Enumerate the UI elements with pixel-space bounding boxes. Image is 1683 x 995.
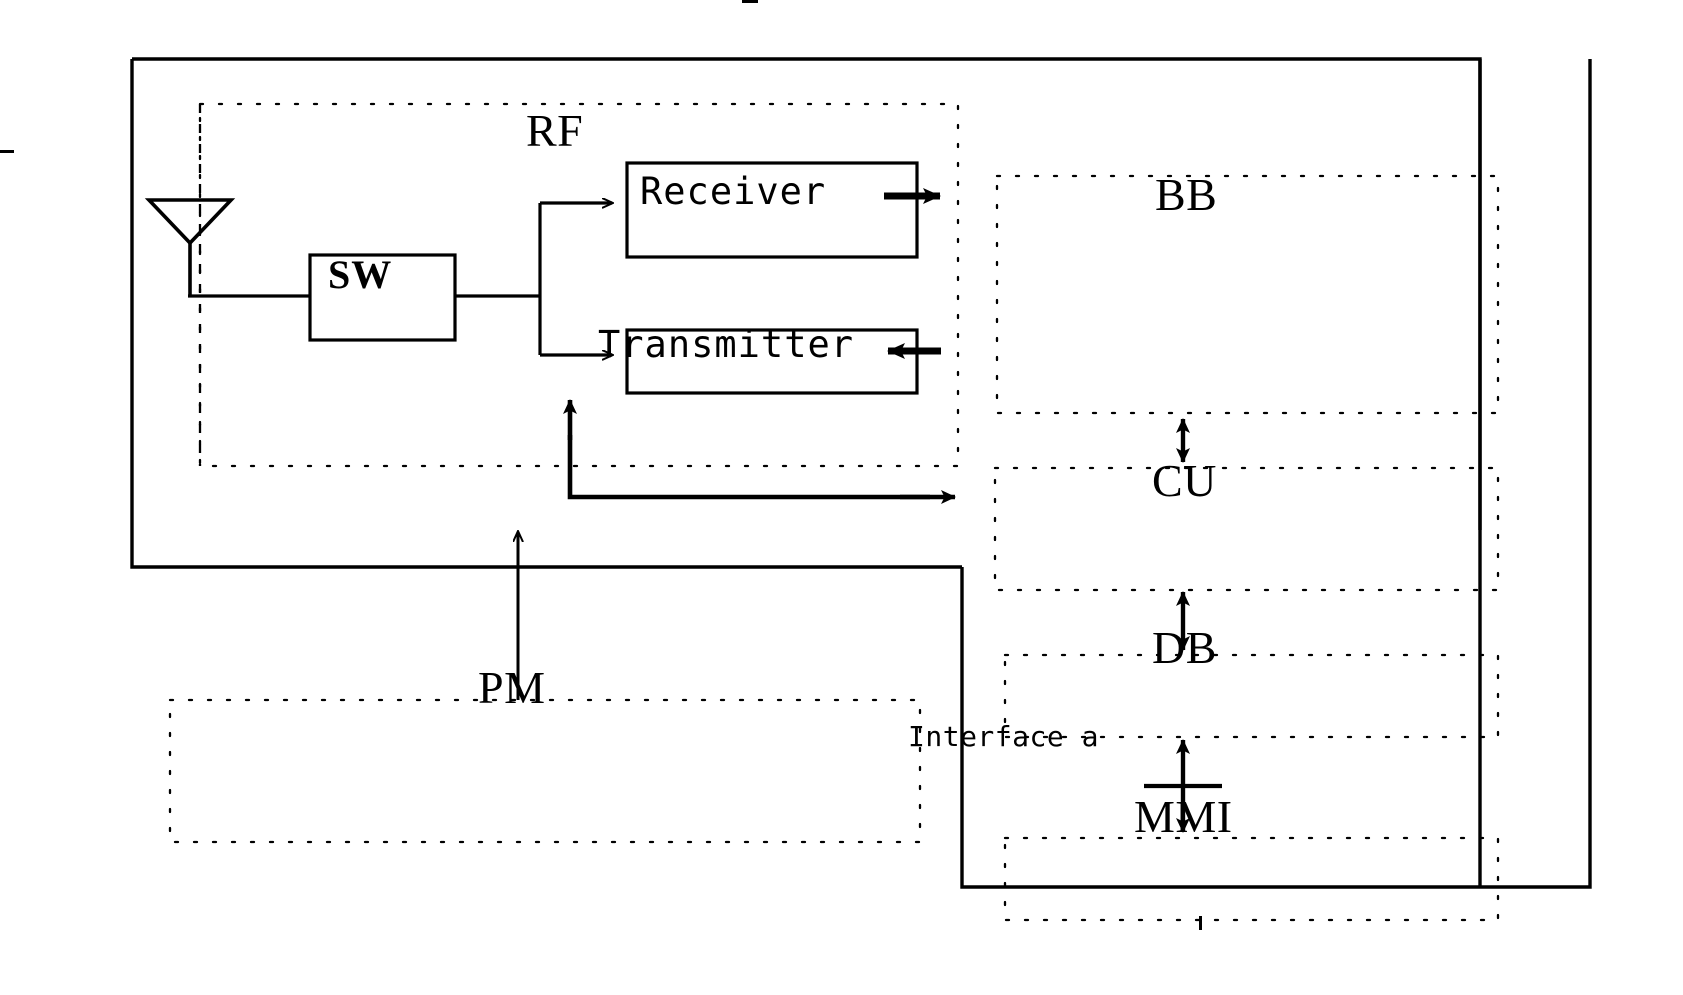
rf-label: RF — [526, 105, 584, 156]
pm-label: PM — [478, 662, 546, 713]
scan-artifact-left — [0, 150, 14, 153]
cu-region-box — [993, 466, 1500, 592]
sw-label: SW — [328, 252, 393, 297]
sw-split-bus — [455, 203, 612, 355]
bb-region-box — [995, 174, 1500, 415]
transmitter-label: Transmitter — [598, 323, 855, 366]
baseband-enclosure — [960, 59, 1592, 889]
mmi-label: MMI — [1134, 791, 1233, 842]
receiver-label: Receiver — [640, 170, 827, 213]
db-label: DB — [1152, 622, 1217, 673]
rf-region-box — [198, 102, 960, 468]
diagram-canvas: RF BB CU DB MMI PM Interface a Receiver … — [0, 0, 1683, 995]
diagram-vector-layer — [130, 57, 1592, 922]
bb-label: BB — [1155, 169, 1218, 220]
scan-artifact-bottom — [1199, 916, 1202, 930]
cu-label: CU — [1152, 455, 1217, 506]
pm-region-box — [168, 698, 922, 844]
interface-a-label: Interface a — [908, 720, 1099, 753]
antenna-icon — [144, 198, 236, 296]
scan-artifact-top — [742, 0, 758, 3]
cu-to-transmitter-path — [563, 399, 956, 504]
mmi-region-box — [1003, 836, 1500, 922]
